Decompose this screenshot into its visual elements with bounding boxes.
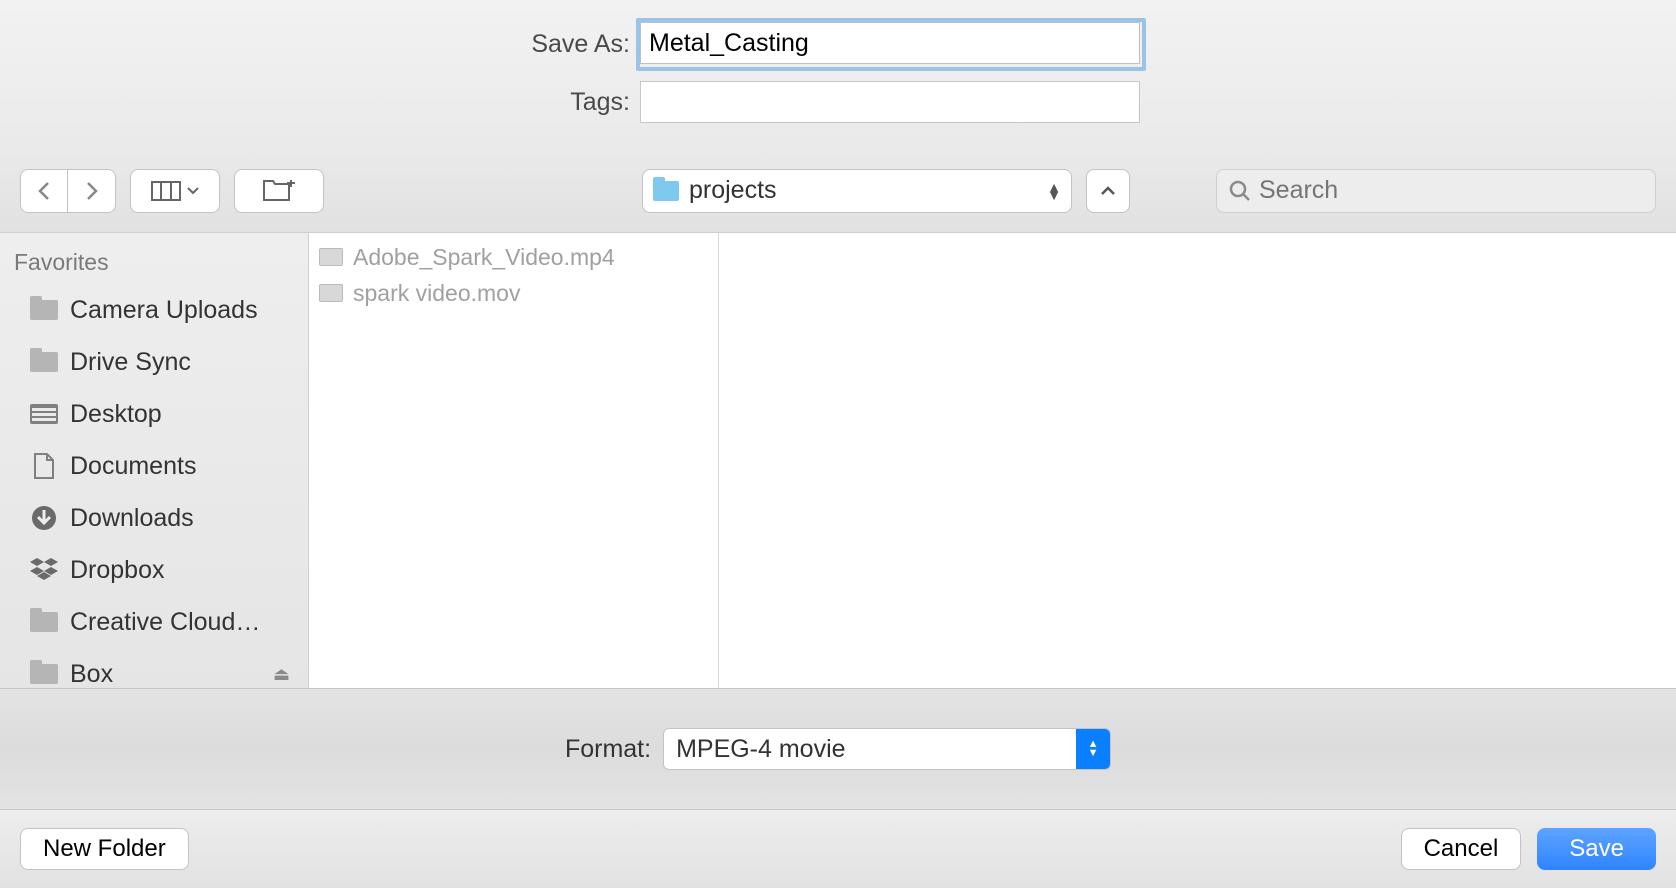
sidebar-item-label: Documents	[70, 452, 196, 481]
video-thumb-icon	[319, 284, 343, 302]
sidebar-item-label: Downloads	[70, 504, 194, 533]
save-header: Save As: Tags:	[0, 0, 1676, 149]
sidebar-item-drive-sync[interactable]: Drive Sync	[0, 336, 308, 388]
tags-label: Tags:	[0, 88, 640, 117]
sidebar-item-label: Dropbox	[70, 556, 165, 585]
collapse-button[interactable]	[1086, 169, 1130, 213]
new-folder-button[interactable]: New Folder	[20, 828, 189, 870]
tags-input[interactable]	[640, 81, 1140, 123]
search-input[interactable]	[1259, 176, 1643, 205]
folder-icon	[30, 664, 58, 684]
folder-icon	[653, 181, 679, 201]
sidebar-item-documents[interactable]: Documents	[0, 440, 308, 492]
folder-plus-icon	[263, 180, 295, 202]
chevron-up-icon	[1100, 186, 1116, 196]
back-button[interactable]	[20, 169, 68, 213]
columns-icon	[151, 181, 181, 201]
sidebar-item-label: Box	[70, 660, 113, 689]
sidebar: Favorites Camera Uploads Drive Sync Desk…	[0, 233, 309, 688]
view-mode-button[interactable]	[130, 169, 220, 213]
location-dropdown[interactable]: projects ▲▼	[642, 169, 1072, 213]
downloads-icon	[30, 507, 58, 529]
sidebar-section-title: Favorites	[0, 243, 308, 284]
location-name: projects	[689, 176, 1037, 205]
file-column-1: Adobe_Spark_Video.mp4 spark video.mov	[309, 233, 719, 688]
chevron-right-icon	[85, 181, 99, 201]
video-thumb-icon	[319, 248, 343, 266]
file-column-2	[719, 233, 1676, 688]
updown-icon: ▲▼	[1047, 183, 1061, 199]
dropbox-icon	[30, 559, 58, 581]
format-value: MPEG-4 movie	[664, 735, 1076, 764]
sidebar-item-label: Creative Cloud…	[70, 608, 260, 637]
forward-button[interactable]	[68, 169, 116, 213]
folder-icon	[30, 612, 58, 632]
save-as-label: Save As:	[0, 30, 640, 59]
sidebar-item-camera-uploads[interactable]: Camera Uploads	[0, 284, 308, 336]
chevron-down-icon	[187, 187, 199, 195]
desktop-icon	[30, 404, 58, 424]
cancel-button[interactable]: Cancel	[1401, 828, 1522, 870]
file-item[interactable]: spark video.mov	[309, 275, 718, 311]
document-icon	[30, 455, 58, 477]
new-folder-icon-button[interactable]	[234, 169, 324, 213]
format-section: Format: MPEG-4 movie ▲▼	[0, 688, 1676, 810]
folder-icon	[30, 300, 58, 320]
file-item[interactable]: Adobe_Spark_Video.mp4	[309, 239, 718, 275]
file-browser: Favorites Camera Uploads Drive Sync Desk…	[0, 233, 1676, 688]
updown-icon: ▲▼	[1076, 729, 1110, 769]
search-box[interactable]	[1216, 169, 1656, 213]
sidebar-item-downloads[interactable]: Downloads	[0, 492, 308, 544]
sidebar-item-label: Desktop	[70, 400, 162, 429]
file-name: spark video.mov	[353, 280, 520, 307]
nav-buttons	[20, 169, 116, 213]
save-button[interactable]: Save	[1537, 828, 1656, 870]
format-dropdown[interactable]: MPEG-4 movie ▲▼	[663, 728, 1111, 770]
format-label: Format:	[565, 735, 651, 764]
sidebar-item-creative-cloud[interactable]: Creative Cloud…	[0, 596, 308, 648]
sidebar-item-box[interactable]: Box ⏏	[0, 648, 308, 688]
bottom-bar: New Folder Cancel Save	[0, 810, 1676, 888]
sidebar-item-label: Drive Sync	[70, 348, 191, 377]
search-icon	[1229, 180, 1251, 202]
toolbar: projects ▲▼	[0, 149, 1676, 233]
save-as-input[interactable]	[640, 22, 1140, 64]
sidebar-item-desktop[interactable]: Desktop	[0, 388, 308, 440]
eject-icon[interactable]: ⏏	[273, 664, 290, 685]
chevron-left-icon	[37, 181, 51, 201]
folder-icon	[30, 352, 58, 372]
sidebar-item-label: Camera Uploads	[70, 296, 258, 325]
sidebar-item-dropbox[interactable]: Dropbox	[0, 544, 308, 596]
file-name: Adobe_Spark_Video.mp4	[353, 244, 615, 271]
